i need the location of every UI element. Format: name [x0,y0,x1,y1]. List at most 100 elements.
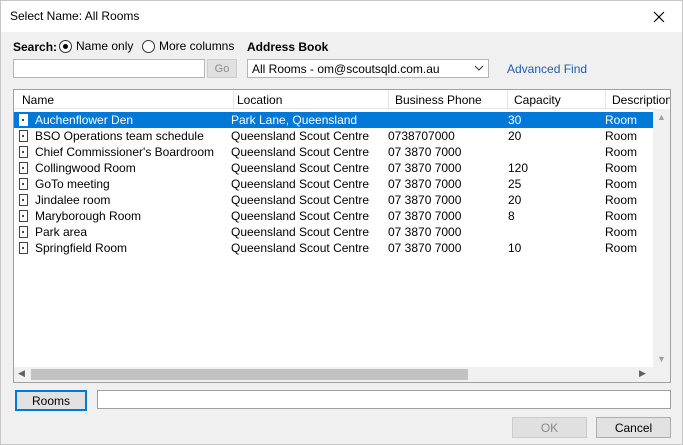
cell-name: Collingwood Room [35,161,136,175]
cell-name: Jindalee room [35,193,111,207]
cell-description: Room [605,161,638,175]
cell-name: GoTo meeting [35,177,110,191]
horizontal-scroll-thumb[interactable] [31,369,468,380]
column-header-capacity[interactable]: Capacity [514,93,561,107]
table-row[interactable]: BSO Operations team schedule Queensland … [14,128,654,144]
radio-name-only[interactable]: Name only [59,39,133,53]
cell-description: Room [605,241,638,255]
address-book-label: Address Book [247,40,329,54]
table-row[interactable]: Maryborough Room Queensland Scout Centre… [14,208,654,224]
table-row[interactable]: Collingwood Room Queensland Scout Centre… [14,160,654,176]
cell-location: Queensland Scout Centre [231,209,370,223]
ok-button[interactable]: OK [512,417,587,438]
room-icon [19,178,28,190]
list-header: Name Location Business Phone Capacity De… [14,90,670,109]
cell-phone: 07 3870 7000 [388,225,462,239]
column-header-name[interactable]: Name [22,93,54,107]
scroll-down-arrow-icon[interactable]: ▼ [657,354,666,364]
search-input[interactable] [13,59,205,78]
cell-phone: 07 3870 7000 [388,145,462,159]
cell-phone: 0738707000 [388,129,455,143]
cell-name: Park area [35,225,88,239]
address-book-select[interactable]: All Rooms - om@scoutsqld.com.au [247,59,489,78]
cell-description: Room [605,129,638,143]
cancel-button[interactable]: Cancel [596,417,671,438]
radio-indicator [142,39,155,53]
scroll-up-arrow-icon[interactable]: ▲ [657,112,666,122]
cell-capacity: 120 [508,161,529,175]
radio-selected-indicator [59,39,72,53]
cell-description: Room [605,177,638,191]
cell-capacity: 25 [508,177,522,191]
cell-name: BSO Operations team schedule [35,129,204,143]
cell-description: Room [605,209,638,223]
table-row[interactable]: Auchenflower Den Park Lane, Queensland 3… [14,112,654,128]
rooms-list[interactable]: Name Location Business Phone Capacity De… [13,89,671,383]
cell-capacity: 30 [508,113,522,127]
room-icon [19,242,28,254]
cell-capacity: 20 [508,193,522,207]
vertical-scrollbar[interactable]: ▲ ▼ [653,109,670,367]
room-icon [19,114,28,126]
chevron-down-icon [474,65,484,71]
select-name-dialog: Select Name: All Rooms Search: Name only… [0,0,683,445]
table-row[interactable]: Jindalee room Queensland Scout Centre 07… [14,192,654,208]
radio-more-columns-label: More columns [159,39,235,53]
column-divider[interactable] [388,90,389,109]
column-divider[interactable] [507,90,508,109]
column-header-location[interactable]: Location [237,93,282,107]
cell-location: Queensland Scout Centre [231,145,370,159]
address-book-value: All Rooms - om@scoutsqld.com.au [252,61,440,76]
cell-name: Auchenflower Den [35,113,134,127]
cell-phone: 07 3870 7000 [388,193,462,207]
cell-description: Room [605,225,638,239]
cell-capacity: 8 [508,209,515,223]
cell-location: Queensland Scout Centre [231,177,370,191]
close-button[interactable] [636,1,682,32]
cell-description: Room [605,193,638,207]
radio-name-only-label: Name only [76,39,134,53]
cell-location: Queensland Scout Centre [231,193,370,207]
column-divider[interactable] [233,90,234,109]
cell-capacity: 10 [508,241,522,255]
cell-phone: 07 3870 7000 [388,241,462,255]
radio-more-columns[interactable]: More columns [142,39,234,53]
table-row[interactable]: GoTo meeting Queensland Scout Centre 07 … [14,176,654,192]
room-icon [19,130,28,142]
close-icon [653,11,665,22]
cell-location: Park Lane, Queensland [231,113,358,127]
cell-location: Queensland Scout Centre [231,225,370,239]
room-icon [19,226,28,238]
room-icon [19,146,28,158]
cell-description: Room [605,113,638,127]
cell-phone: 07 3870 7000 [388,177,462,191]
cell-location: Queensland Scout Centre [231,161,370,175]
cell-phone: 07 3870 7000 [388,209,462,223]
cell-name: Maryborough Room [35,209,142,223]
scroll-right-arrow-icon[interactable]: ▶ [639,368,646,379]
advanced-find-link[interactable]: Advanced Find [507,62,587,76]
rooms-button[interactable]: Rooms [15,390,87,411]
rooms-input[interactable] [97,390,671,409]
table-row[interactable]: Springfield Room Queensland Scout Centre… [14,240,654,256]
search-label: Search: [13,40,58,54]
room-icon [19,210,28,222]
cell-name: Chief Commissioner's Boardroom [35,145,215,159]
cell-name: Springfield Room [35,241,128,255]
window-title: Select Name: All Rooms [10,9,140,23]
column-header-business-phone[interactable]: Business Phone [395,93,482,107]
horizontal-scrollbar[interactable]: ◀ ▶ [14,367,670,382]
cell-location: Queensland Scout Centre [231,241,370,255]
cell-capacity: 20 [508,129,522,143]
room-icon [19,194,28,206]
cell-phone: 07 3870 7000 [388,161,462,175]
cell-location: Queensland Scout Centre [231,129,370,143]
column-header-description[interactable]: Description [612,93,670,107]
room-icon [19,162,28,174]
table-row[interactable]: Park area Queensland Scout Centre 07 387… [14,224,654,240]
cell-description: Room [605,145,638,159]
table-row[interactable]: Chief Commissioner's Boardroom Queenslan… [14,144,654,160]
column-divider[interactable] [605,90,606,109]
go-button[interactable]: Go [207,59,237,78]
scroll-left-arrow-icon[interactable]: ◀ [18,368,25,379]
